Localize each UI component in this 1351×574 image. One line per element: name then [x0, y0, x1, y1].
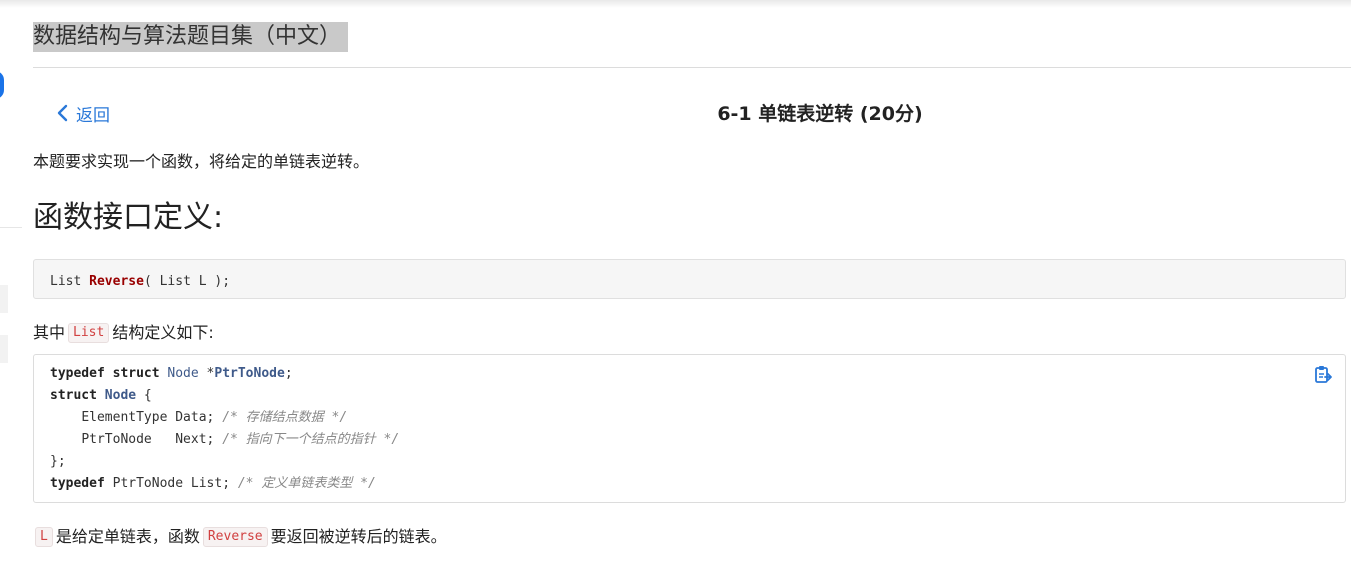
struct-code-block: typedef struct Node *PtrToNode; struct N… — [33, 354, 1346, 503]
signature-line: List Reverse( List L ); — [50, 271, 1329, 293]
code-type-name: PtrToNode — [214, 366, 285, 381]
code-text: { — [136, 388, 152, 403]
code-comment: /* 存储结点数据 */ — [222, 410, 348, 425]
code-line: typedef struct Node *PtrToNode; — [50, 363, 1329, 385]
signature-return-type: List — [50, 274, 82, 289]
code-keyword: struct — [50, 388, 97, 403]
back-button[interactable]: 返回 — [56, 101, 110, 126]
code-line: PtrToNode Next; /* 指向下一个结点的指针 */ — [50, 429, 1329, 451]
code-keyword: typedef — [50, 476, 105, 491]
top-shadow — [0, 0, 1351, 8]
code-text: PtrToNode Next; — [81, 432, 223, 447]
return-description: L 是给定单链表，函数 Reverse 要返回被逆转后的链表。 — [33, 525, 447, 549]
side-panel-edge — [0, 285, 8, 313]
signature-code-block: List Reverse( List L ); — [33, 259, 1346, 299]
code-comment: /* 定义单链表类型 */ — [237, 476, 376, 491]
chevron-left-icon — [56, 104, 68, 122]
return-description-text: 是给定单链表，函数 — [55, 527, 200, 546]
side-panel-edge — [0, 335, 8, 363]
page: 数据结构与算法题目集（中文） 返回 6-1 单链表逆转 (20分) 本题要求实现… — [0, 0, 1351, 574]
side-floating-button[interactable] — [0, 71, 4, 99]
title-divider — [33, 67, 1351, 68]
code-line: typedef PtrToNode List; /* 定义单链表类型 */ — [50, 473, 1329, 495]
problem-title: 6-1 单链表逆转 (20分) — [717, 103, 923, 125]
code-line: struct Node { — [50, 385, 1329, 407]
problem-intro: 本题要求实现一个函数，将给定的单链表逆转。 — [33, 152, 370, 171]
side-divider — [0, 227, 22, 228]
code-text: ElementType Data; — [81, 410, 223, 425]
signature-function-name: Reverse — [89, 274, 144, 289]
code-line: ElementType Data; /* 存储结点数据 */ — [50, 407, 1329, 429]
interface-heading: 函数接口定义: — [33, 200, 224, 235]
inline-code-list: List — [68, 323, 110, 343]
code-comment: /* 指向下一个结点的指针 */ — [222, 432, 400, 447]
problem-set-title: 数据结构与算法题目集（中文） — [33, 22, 349, 52]
code-keyword: typedef struct — [50, 366, 160, 381]
code-text: ; — [284, 366, 293, 381]
inline-code-reverse: Reverse — [202, 527, 268, 547]
struct-intro-prefix: 其中 — [33, 323, 66, 342]
code-type: Node — [167, 366, 199, 381]
struct-intro-suffix: 结构定义如下: — [112, 323, 214, 342]
copy-code-button[interactable] — [1313, 364, 1333, 384]
code-text: PtrToNode List; — [104, 476, 238, 491]
back-label: 返回 — [76, 105, 110, 126]
struct-intro: 其中 List 结构定义如下: — [33, 321, 214, 345]
copy-code-icon — [1313, 366, 1333, 388]
code-text: }; — [50, 454, 66, 469]
return-description-text: 要返回被逆转后的链表。 — [270, 527, 447, 546]
signature-params: ( List L ); — [143, 274, 231, 289]
code-line: }; — [50, 451, 1329, 473]
inline-code-l: L — [35, 527, 53, 547]
code-type-name: Node — [104, 388, 137, 403]
